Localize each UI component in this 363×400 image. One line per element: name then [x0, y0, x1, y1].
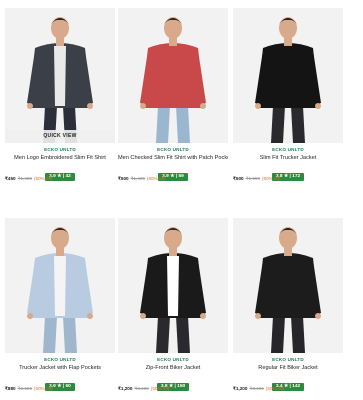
- model-photo: [233, 8, 343, 143]
- mrp: ₹1,499: [17, 176, 33, 181]
- price: ₹500: [233, 176, 244, 181]
- product-brand: ECKO UNLTD: [157, 357, 189, 362]
- product-image[interactable]: [233, 8, 343, 143]
- product-grid: QUICK VIEW ECKO UNLTD Men Logo Embroider…: [0, 0, 363, 400]
- product-card[interactable]: ECKO UNLTD Men Checked Slim Fit Shirt wi…: [118, 8, 228, 182]
- product-card[interactable]: ECKO UNLTD Regular Fit Biker Jacket 3.4 …: [233, 218, 343, 392]
- price: ₹500: [118, 176, 129, 181]
- model-photo: [5, 8, 115, 143]
- mrp: ₹1,999: [245, 176, 261, 181]
- product-title[interactable]: Regular Fit Biker Jacket: [233, 364, 343, 372]
- product-card[interactable]: QUICK VIEW ECKO UNLTD Men Logo Embroider…: [5, 8, 115, 182]
- product-title[interactable]: Zip-Front Biker Jacket: [118, 364, 228, 372]
- product-image[interactable]: [5, 218, 115, 353]
- discount: (66% off): [147, 176, 166, 181]
- discount: (60% off): [262, 176, 281, 181]
- price: ₹450: [5, 176, 16, 181]
- product-image[interactable]: [233, 218, 343, 353]
- price: ₹1,200: [233, 386, 248, 391]
- product-title[interactable]: Trucker Jacket with Flap Pockets: [5, 364, 115, 372]
- price: ₹1,200: [118, 386, 133, 391]
- quick-view-button[interactable]: QUICK VIEW: [5, 130, 115, 143]
- discount: (60% off): [34, 386, 53, 391]
- product-card[interactable]: ECKO UNLTD Slim Fit Trucker Jacket 3.8 ★…: [233, 8, 343, 182]
- product-brand: ECKO UNLTD: [157, 147, 189, 152]
- mrp: ₹3,499: [249, 386, 264, 391]
- discount: (50% off): [34, 176, 53, 181]
- mrp: ₹2,699: [17, 386, 33, 391]
- product-title[interactable]: Men Checked Slim Fit Shirt with Patch Po…: [118, 154, 228, 162]
- product-brand: ECKO UNLTD: [44, 357, 76, 362]
- product-brand: ECKO UNLTD: [44, 147, 76, 152]
- model-photo: [233, 218, 343, 353]
- product-card[interactable]: ECKO UNLTD Trucker Jacket with Flap Pock…: [5, 218, 115, 392]
- mrp: ₹1,499: [130, 176, 146, 181]
- model-photo: [5, 218, 115, 353]
- discount: (50% off): [265, 386, 285, 391]
- discount: (50% off): [150, 386, 170, 391]
- product-image[interactable]: [118, 8, 228, 143]
- price: ₹880: [5, 386, 16, 391]
- product-brand: ECKO UNLTD: [272, 147, 304, 152]
- product-image[interactable]: [118, 218, 228, 353]
- product-title[interactable]: Slim Fit Trucker Jacket: [233, 154, 343, 162]
- model-photo: [118, 8, 228, 143]
- model-photo: [118, 218, 228, 353]
- product-title[interactable]: Men Logo Embroidered Slim Fit Shirt: [5, 154, 115, 162]
- product-brand: ECKO UNLTD: [272, 357, 304, 362]
- product-image[interactable]: QUICK VIEW: [5, 8, 115, 143]
- mrp: ₹3,499: [134, 386, 149, 391]
- product-card[interactable]: ECKO UNLTD Zip-Front Biker Jacket 3.8 ★ …: [118, 218, 228, 392]
